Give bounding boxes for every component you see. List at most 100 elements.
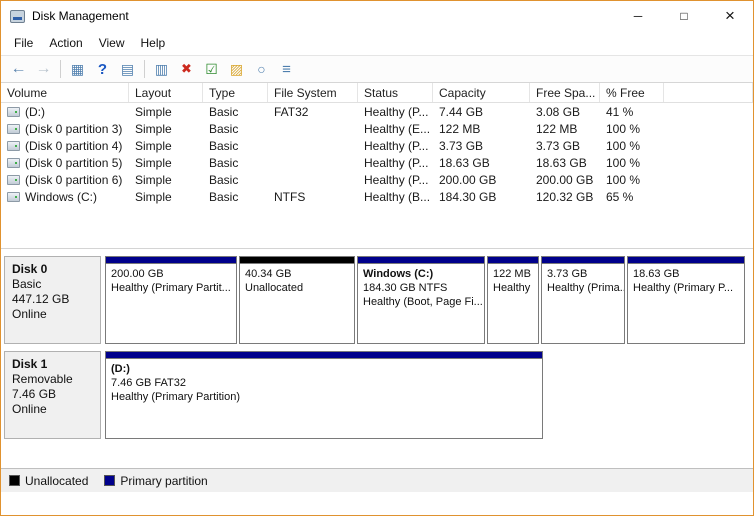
legend-primary-partition: Primary partition — [104, 474, 208, 488]
cell-free-space: 200.00 GB — [536, 172, 594, 187]
menu-bar: File Action View Help — [1, 31, 753, 55]
cell-free-space: 3.73 GB — [536, 138, 581, 153]
drive-icon — [7, 140, 20, 151]
partition-size: 200.00 GB — [111, 268, 164, 280]
column-header-type[interactable]: Type — [203, 83, 268, 102]
column-header-file-system[interactable]: File System — [268, 83, 358, 102]
partition-color-strip — [106, 257, 236, 264]
volume-row[interactable]: (D:) Simple Basic FAT32 Healthy (P... 7.… — [1, 103, 753, 120]
cell-layout: Simple — [135, 189, 172, 204]
drive-icon — [7, 106, 20, 117]
disk-management-window: Disk Management ─ □ × File Action View H… — [0, 0, 754, 516]
mark-partition-icon[interactable]: ☑ — [199, 58, 224, 80]
disk-status: Online — [12, 402, 47, 416]
partition-label: Windows (C:) — [363, 268, 434, 280]
open-folder-icon[interactable]: ▨ — [224, 58, 249, 80]
column-header-volume[interactable]: Volume — [1, 83, 129, 102]
menu-view[interactable]: View — [91, 33, 133, 53]
back-icon[interactable]: ← — [6, 58, 31, 80]
partition-block[interactable]: 3.73 GB Healthy (Prima... — [541, 256, 625, 344]
primary-partition-swatch — [104, 475, 116, 486]
maximize-button[interactable]: □ — [661, 1, 707, 31]
partition-block[interactable]: 40.34 GB Unallocated — [239, 256, 355, 344]
partition-status: Healthy (Primary Partit... — [111, 282, 231, 294]
unallocated-swatch — [9, 475, 20, 486]
partition-block[interactable]: (D:) 7.46 GB FAT32 Healthy (Primary Part… — [105, 351, 543, 439]
help-icon[interactable]: ? — [90, 58, 115, 80]
partition-block[interactable]: 200.00 GB Healthy (Primary Partit... — [105, 256, 237, 344]
cell-layout: Simple — [135, 121, 172, 136]
partition-size: 40.34 GB — [245, 268, 292, 280]
partition-block[interactable]: 18.63 GB Healthy (Primary P... — [627, 256, 745, 344]
disk-1-panel[interactable]: Disk 1 Removable 7.46 GB Online — [4, 351, 101, 439]
disk-type: Basic — [12, 277, 42, 291]
partition-label: (D:) — [111, 363, 130, 375]
cell-free-space: 122 MB — [536, 121, 578, 136]
delete-volume-icon[interactable]: ✖ — [174, 58, 199, 80]
cell-status: Healthy (P... — [364, 155, 429, 170]
cell-type: Basic — [209, 189, 239, 204]
cell-status: Healthy (B... — [364, 189, 431, 204]
volume-row[interactable]: (Disk 0 partition 3) Simple Basic Health… — [1, 120, 753, 137]
menu-file[interactable]: File — [6, 33, 41, 53]
column-header-capacity[interactable]: Capacity — [433, 83, 530, 102]
cell-status: Healthy (P... — [364, 172, 429, 187]
action-pane-icon[interactable]: ▤ — [115, 58, 140, 80]
disk-0-panel[interactable]: Disk 0 Basic 447.12 GB Online — [4, 256, 101, 344]
partition-color-strip — [106, 352, 542, 359]
partition-size: 7.46 GB FAT32 — [111, 377, 187, 389]
console-tree-icon[interactable]: ▦ — [65, 58, 90, 80]
menu-action[interactable]: Action — [41, 33, 90, 53]
cell-layout: Simple — [135, 172, 172, 187]
drive-icon — [7, 191, 20, 202]
toolbar: ← → ▦ ? ▤ ▥ ✖ ☑ ▨ ○ ≡ — [1, 55, 753, 83]
cell-layout: Simple — [135, 104, 172, 119]
cell-status: Healthy (E... — [364, 121, 431, 136]
disk-name: Disk 0 — [12, 262, 48, 276]
volume-row[interactable]: Windows (C:) Simple Basic NTFS Healthy (… — [1, 188, 753, 205]
disk-size: 447.12 GB — [12, 292, 70, 306]
volume-row[interactable]: (Disk 0 partition 6) Simple Basic Health… — [1, 171, 753, 188]
volume-list-header: Volume Layout Type File System Status Ca… — [1, 83, 753, 103]
view-list-icon[interactable]: ≡ — [274, 58, 299, 80]
cell-type: Basic — [209, 172, 239, 187]
partition-color-strip — [358, 257, 484, 264]
properties-icon[interactable]: ▥ — [149, 58, 174, 80]
column-header-pct-free[interactable]: % Free — [600, 83, 664, 102]
column-header-filler — [664, 83, 753, 102]
explore-icon[interactable]: ○ — [249, 58, 274, 80]
disk-1-partitions: (D:) 7.46 GB FAT32 Healthy (Primary Part… — [105, 351, 543, 439]
cell-layout: Simple — [135, 155, 172, 170]
minimize-button[interactable]: ─ — [615, 1, 661, 31]
title-bar: Disk Management ─ □ × — [1, 1, 753, 31]
close-button[interactable]: × — [707, 1, 753, 31]
volume-row[interactable]: (Disk 0 partition 4) Simple Basic Health… — [1, 137, 753, 154]
column-header-layout[interactable]: Layout — [129, 83, 203, 102]
column-header-status[interactable]: Status — [358, 83, 433, 102]
window-controls: ─ □ × — [615, 1, 753, 31]
cell-pct-free: 100 % — [606, 138, 641, 153]
partition-block[interactable]: Windows (C:) 184.30 GB NTFS Healthy (Boo… — [357, 256, 485, 344]
partition-status: Healthy (Primary P... — [633, 282, 734, 294]
partition-size: 122 MB — [493, 268, 531, 280]
disk-status: Online — [12, 307, 47, 321]
toolbar-separator — [60, 60, 61, 78]
partition-color-strip — [542, 257, 624, 264]
partition-status: Unallocated — [245, 282, 304, 294]
cell-file-system: FAT32 — [274, 104, 309, 119]
cell-status: Healthy (P... — [364, 104, 429, 119]
bottom-filler — [1, 492, 753, 515]
forward-icon[interactable]: → — [31, 58, 56, 80]
menu-help[interactable]: Help — [133, 33, 174, 53]
partition-size: 18.63 GB — [633, 268, 680, 280]
partition-size: 3.73 GB — [547, 268, 588, 280]
column-header-free-space[interactable]: Free Spa... — [530, 83, 600, 102]
cell-free-space: 120.32 GB — [536, 189, 594, 204]
partition-status: Healthy (Prima... — [547, 282, 624, 294]
disk-size: 7.46 GB — [12, 387, 57, 401]
partition-block[interactable]: 122 MB Healthy — [487, 256, 539, 344]
volume-row[interactable]: (Disk 0 partition 5) Simple Basic Health… — [1, 154, 753, 171]
legend-bar: Unallocated Primary partition — [1, 468, 753, 492]
legend-label: Unallocated — [25, 473, 89, 488]
disk-1-row: Disk 1 Removable 7.46 GB Online (D:) 7.4… — [4, 351, 750, 439]
